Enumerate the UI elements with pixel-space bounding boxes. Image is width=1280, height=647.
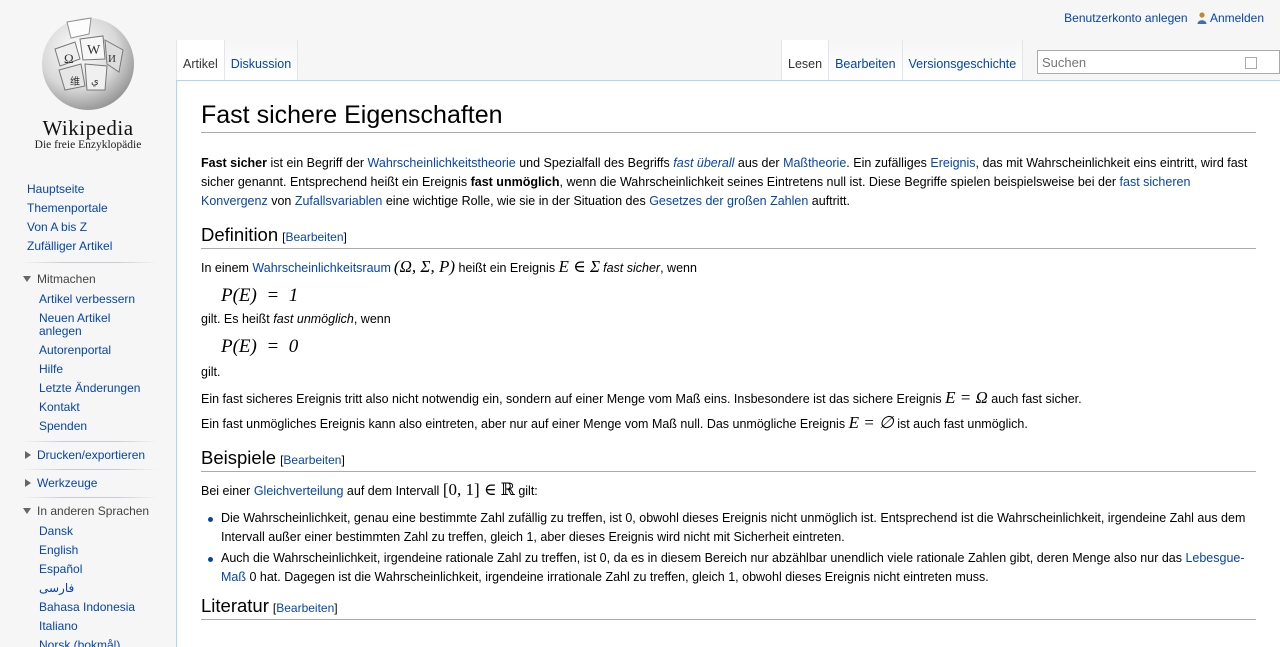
page-title: Fast sichere Eigenschaften: [201, 101, 1256, 133]
wikipedia-globe-icon: W Ω И 维 ي: [42, 17, 134, 110]
sidebar: Hauptseite Themenportale Von A bis Z Zuf…: [0, 180, 176, 647]
tab-diskussion[interactable]: Diskussion: [224, 40, 299, 80]
formula-block: P(E) = 0: [221, 333, 1256, 361]
user-icon: [1197, 12, 1207, 24]
section-heading-literatur: Literatur [Bearbeiten]: [201, 595, 1256, 620]
language-item[interactable]: Español: [0, 560, 176, 579]
sidebar-item-a-bis-z[interactable]: Von A bis Z: [0, 218, 176, 237]
language-item[interactable]: Norsk (bokmål): [0, 636, 176, 647]
math-formula: E ∈ Σ: [558, 257, 601, 276]
portal-sprachen-heading[interactable]: In anderen Sprachen: [0, 502, 176, 520]
math-formula: P(E) = 1: [221, 285, 299, 306]
link-wahrscheinlichkeitstheorie[interactable]: Wahrscheinlichkeitstheorie: [368, 156, 516, 170]
portal-drucken-heading[interactable]: Drucken/exportieren: [0, 446, 176, 464]
chevron-right-icon: [25, 451, 31, 459]
section-edit: [Bearbeiten]: [282, 230, 347, 244]
list-item: Die Wahrscheinlichkeit, genau eine besti…: [208, 509, 1256, 547]
section-heading-beispiele: Beispiele [Bearbeiten]: [201, 447, 1256, 472]
portal-werkzeuge-heading[interactable]: Werkzeuge: [0, 474, 176, 492]
sidebar-item-themenportale[interactable]: Themenportale: [0, 199, 176, 218]
sidebar-item-letzte-aenderungen[interactable]: Letzte Änderungen: [0, 379, 176, 398]
language-item[interactable]: Bahasa Indonesia: [0, 598, 176, 617]
formula-block: P(E) = 1: [221, 282, 1256, 310]
tab-versionsgeschichte[interactable]: Versionsgeschichte: [902, 40, 1024, 80]
edit-link[interactable]: Bearbeiten: [276, 601, 334, 615]
link-fast-ueberall[interactable]: fast überall: [673, 156, 734, 170]
lead-paragraph: Fast sicher ist ein Begriff der Wahrsche…: [201, 156, 1248, 208]
portal-mitmachen-heading[interactable]: Mitmachen: [0, 270, 176, 288]
definition-paragraph: Ein fast unmögliches Ereignis kann also …: [201, 413, 1028, 432]
svg-text:维: 维: [70, 75, 80, 88]
math-formula: E = ∅: [848, 413, 894, 432]
math-formula: (Ω, Σ, P): [393, 257, 456, 276]
wikipedia-logo[interactable]: W Ω И 维 ي Wikipedia Die freie Enzyklopäd…: [0, 0, 176, 160]
sidebar-divider: [22, 262, 158, 263]
link-ereignis[interactable]: Ereignis: [930, 156, 975, 170]
search-box: [1037, 50, 1280, 74]
definition-paragraph: gilt.: [201, 365, 221, 379]
sidebar-item-artikel-verbessern[interactable]: Artikel verbessern: [0, 290, 176, 309]
wikipedia-wordmark: Wikipedia: [42, 116, 134, 140]
chevron-down-icon: [23, 276, 31, 282]
sidebar-item-hilfe[interactable]: Hilfe: [0, 360, 176, 379]
view-tabs: Lesen Bearbeiten Versionsgeschichte: [781, 40, 1024, 80]
search-input[interactable]: [1038, 51, 1238, 73]
definition-paragraph: In einem Wahrscheinlichkeitsraum (Ω, Σ, P…: [201, 257, 697, 276]
portal-mitmachen-list: Artikel verbessern Neuen Artikel anlegen…: [0, 290, 176, 436]
language-item[interactable]: Italiano: [0, 617, 176, 636]
svg-text:Ω: Ω: [64, 51, 74, 66]
beispiele-list: Die Wahrscheinlichkeit, genau eine besti…: [208, 509, 1256, 587]
link-wahrscheinlichkeitsraum[interactable]: Wahrscheinlichkeitsraum: [252, 261, 390, 275]
svg-text:И: И: [108, 53, 116, 65]
language-item[interactable]: English: [0, 541, 176, 560]
section-heading-definition: Definition [Bearbeiten]: [201, 224, 1256, 249]
svg-text:ي: ي: [91, 76, 99, 87]
article-content: Fast sichere Eigenschaften Fast sicher i…: [176, 80, 1280, 647]
create-account-link[interactable]: Benutzerkonto anlegen: [1064, 11, 1187, 25]
svg-text:W: W: [87, 43, 101, 58]
math-formula: [0, 1] ∈ ℝ: [442, 480, 515, 499]
sidebar-navigation: Hauptseite Themenportale Von A bis Z Zuf…: [0, 180, 176, 256]
tab-bearbeiten[interactable]: Bearbeiten: [829, 40, 903, 80]
wikipedia-tagline: Die freie Enzyklopädie: [34, 139, 142, 151]
math-formula: P(E) = 0: [221, 336, 299, 357]
sidebar-item-neuen-artikel[interactable]: Neuen Artikel anlegen: [0, 309, 176, 341]
tab-lesen[interactable]: Lesen: [781, 40, 830, 80]
math-formula: E = Ω: [945, 388, 988, 407]
language-item[interactable]: فارسی: [0, 579, 176, 598]
link-gesetz-grosse-zahlen[interactable]: Gesetzes der großen Zahlen: [649, 194, 808, 208]
sidebar-divider: [22, 441, 158, 442]
language-item[interactable]: Dansk: [0, 522, 176, 541]
section-edit: [Bearbeiten]: [280, 453, 345, 467]
beispiele-paragraph: Bei einer Gleichverteilung auf dem Inter…: [201, 480, 538, 499]
section-edit: [Bearbeiten]: [272, 601, 338, 615]
personal-tools: Benutzerkonto anlegen Anmelden: [1064, 11, 1264, 25]
sidebar-divider: [22, 497, 158, 498]
link-zufallsvariablen[interactable]: Zufallsvariablen: [295, 194, 383, 208]
tab-artikel[interactable]: Artikel: [176, 40, 225, 80]
sidebar-item-autorenportal[interactable]: Autorenportal: [0, 341, 176, 360]
sidebar-item-kontakt[interactable]: Kontakt: [0, 398, 176, 417]
link-gleichverteilung[interactable]: Gleichverteilung: [254, 484, 344, 498]
login-link[interactable]: Anmelden: [1210, 11, 1264, 25]
namespace-tabs: Artikel Diskussion: [176, 40, 299, 80]
chevron-right-icon: [25, 479, 31, 487]
language-list: Dansk English Español فارسی Bahasa Indon…: [0, 522, 176, 647]
sidebar-item-zufaelliger-artikel[interactable]: Zufälliger Artikel: [0, 237, 176, 256]
search-button[interactable]: [1245, 57, 1257, 69]
sidebar-item-hauptseite[interactable]: Hauptseite: [0, 180, 176, 199]
sidebar-item-spenden[interactable]: Spenden: [0, 417, 176, 436]
edit-link[interactable]: Bearbeiten: [285, 230, 343, 244]
definition-paragraph: Ein fast sicheres Ereignis tritt also ni…: [201, 388, 1082, 407]
definition-paragraph: gilt. Es heißt fast unmöglich, wenn: [201, 312, 391, 326]
link-masstheorie[interactable]: Maßtheorie: [783, 156, 846, 170]
sidebar-divider: [22, 469, 158, 470]
chevron-down-icon: [23, 508, 31, 514]
edit-link[interactable]: Bearbeiten: [283, 453, 341, 467]
list-item: Auch die Wahrscheinlichkeit, irgendeine …: [208, 549, 1256, 587]
